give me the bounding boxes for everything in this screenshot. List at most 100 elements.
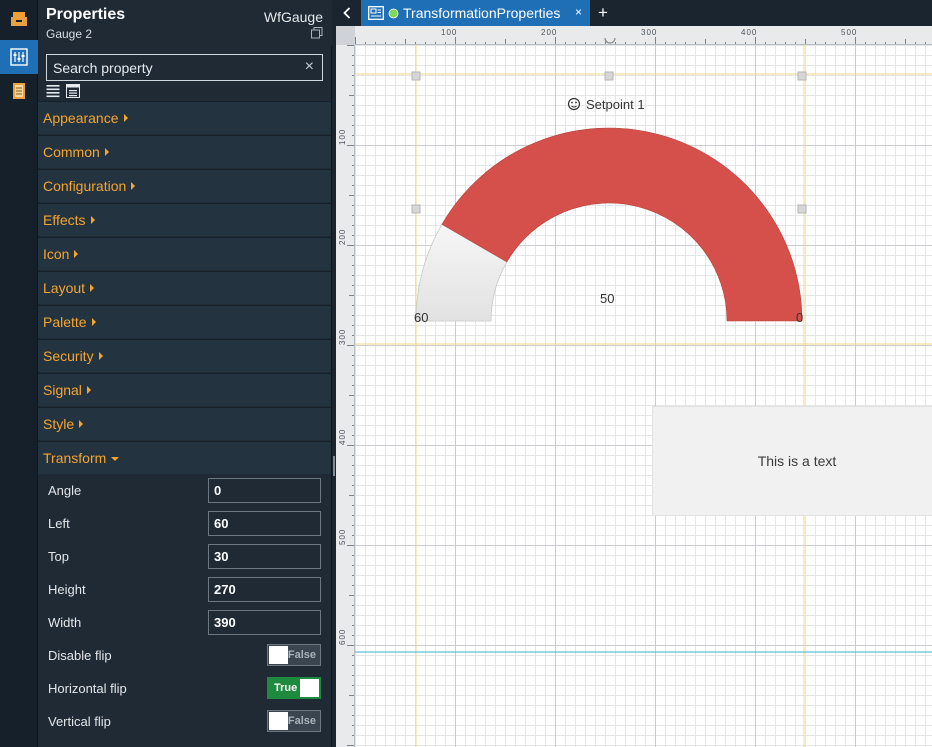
prop-label: Angle [48,483,82,498]
design-canvas[interactable]: 100 200 300 400 500 100 200 300 400 500 … [336,26,932,747]
properties-rail-button[interactable] [0,40,38,74]
prop-label: Horizontal flip [48,681,127,696]
category-effects[interactable]: Effects [38,203,331,236]
splitter-grip[interactable] [333,456,335,476]
properties-panel-icon [10,48,28,66]
prop-label: Disable flip [48,648,112,663]
gauge-min-label: 60 [414,310,428,325]
v-ruler-label: 300 [338,329,347,345]
vertical-flip-toggle[interactable]: False [267,710,321,732]
prop-row-top: Top [38,540,331,573]
category-label: Transform [43,450,107,466]
caret-right-icon [104,148,109,156]
h-ruler-label: 500 [841,28,857,37]
add-tab-button[interactable]: + [592,0,614,26]
prop-row-width: Width [38,606,331,639]
setpoint-marker: Setpoint 1 [567,97,645,112]
caret-down-icon [111,457,120,461]
disable-flip-toggle[interactable]: False [267,644,321,666]
width-input[interactable] [208,610,321,635]
prop-row-left: Left [38,507,331,540]
prop-row-height: Height [38,573,331,606]
category-label: Common [43,144,100,160]
chevron-left-icon [343,7,351,19]
tab-bar: TransformationProperties × + [336,0,932,26]
toggle-knob [300,679,319,697]
v-ruler-label: 100 [338,129,347,145]
prop-label: Vertical flip [48,714,111,729]
angle-input[interactable] [208,478,321,503]
caret-right-icon [90,284,95,292]
text-widget[interactable]: This is a text [652,406,932,516]
toolbox-icon [11,12,27,26]
category-label: Configuration [43,178,127,194]
tab-label: TransformationProperties [403,5,561,21]
category-appearance[interactable]: Appearance [38,101,331,134]
toggle-state: False [287,649,316,661]
prop-label: Width [48,615,82,630]
caret-right-icon [123,114,128,122]
panel-header: Properties Gauge 2 WfGauge [38,0,332,46]
category-security[interactable]: Security [38,339,331,372]
category-common[interactable]: Common [38,135,331,168]
v-ruler-label: 600 [338,629,347,645]
left-icon-rail [0,0,38,747]
ruler-corner [336,26,355,45]
category-signal[interactable]: Signal [38,373,331,406]
selection-handle [797,204,807,214]
category-label: Style [43,416,75,432]
gauge-widget[interactable]: Setpoint 1 50 60 0 [402,36,822,336]
prop-row-angle: Angle [38,474,331,507]
toggle-state: True [274,682,298,694]
list-view-icon[interactable] [46,84,60,98]
caret-right-icon [91,318,96,326]
gauge-value-label: 50 [600,291,614,306]
category-label: Effects [43,212,86,228]
prop-label: Left [48,516,70,531]
setpoint-icon [567,97,581,111]
category-label: Appearance [43,110,119,126]
close-tab-icon[interactable]: × [575,5,582,19]
v-ruler-label: 200 [338,229,347,245]
widget-type: WfGauge [263,9,323,25]
caret-right-icon [131,182,136,190]
notebook-rail-button[interactable] [0,74,38,108]
toggle-knob [269,712,288,730]
tab-transformation-properties[interactable]: TransformationProperties × [361,0,590,26]
setpoint-label: Setpoint 1 [586,97,645,112]
category-palette[interactable]: Palette [38,305,331,338]
copy-icon[interactable] [311,27,323,39]
category-transform[interactable]: Transform [38,441,331,474]
category-style[interactable]: Style [38,407,331,440]
prop-label: Top [48,549,69,564]
category-layout[interactable]: Layout [38,271,331,304]
caret-right-icon [79,420,84,428]
top-input[interactable] [208,544,321,569]
panel-title: Properties [46,6,126,23]
caret-right-icon [86,386,91,394]
clear-search-icon[interactable]: × [305,59,314,75]
toolbox-rail-button[interactable] [0,2,38,36]
toggle-state: False [287,715,316,727]
vertical-ruler: 100 200 300 400 500 600 [336,45,355,747]
prop-row-vertical-flip: Vertical flip False [38,705,331,738]
search-input[interactable] [47,55,297,80]
selection-handle [604,71,614,81]
left-input[interactable] [208,511,321,536]
properties-panel: Properties Gauge 2 WfGauge × Appearance [38,0,332,747]
categorized-view-icon[interactable] [66,84,80,98]
caret-right-icon [74,250,79,258]
category-label: Signal [43,382,82,398]
category-label: Security [43,348,94,364]
category-label: Palette [43,314,87,330]
horizontal-flip-toggle[interactable]: True [267,677,321,699]
category-icon[interactable]: Icon [38,237,331,270]
toggle-knob [269,646,288,664]
text-widget-label: This is a text [757,453,837,469]
v-ruler-label: 400 [338,429,347,445]
collapse-panel-button[interactable] [336,0,358,26]
height-input[interactable] [208,577,321,602]
category-configuration[interactable]: Configuration [38,169,331,202]
selection-handle [411,71,421,81]
gauge-value-bar [441,127,803,322]
